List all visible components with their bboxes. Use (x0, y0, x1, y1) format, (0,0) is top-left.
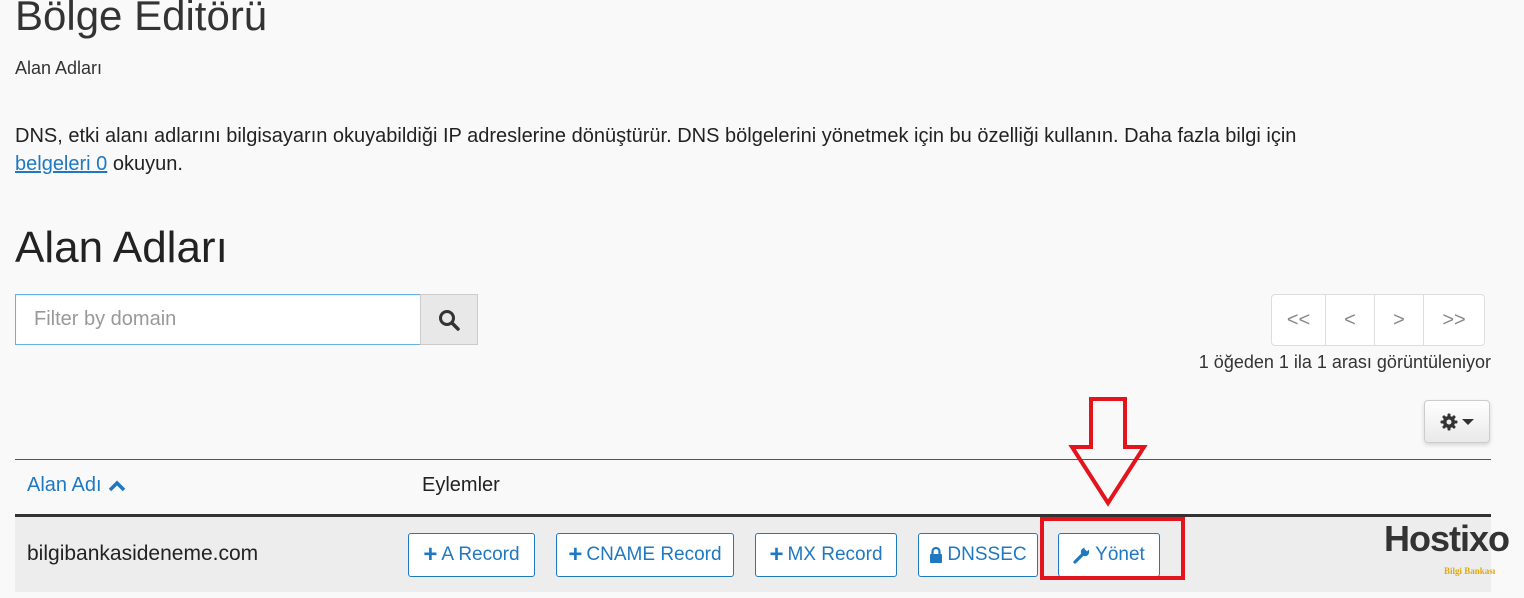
description-text: DNS, etki alanı adlarını bilgisayarın ok… (15, 125, 1297, 147)
pagination-first[interactable]: << (1272, 295, 1326, 345)
lock-icon (930, 546, 943, 563)
pagination-next[interactable]: > (1375, 295, 1424, 345)
description: DNS, etki alanı adlarını bilgisayarın ok… (15, 122, 1495, 178)
search-button[interactable] (420, 294, 478, 345)
results-count: 1 öğeden 1 ila 1 arası görüntüleniyor (1198, 352, 1491, 372)
logo-name: Hostixo (1384, 518, 1510, 559)
plus-icon: + (423, 541, 438, 568)
add-cname-record-label: CNAME Record (586, 544, 722, 565)
gear-icon (1440, 413, 1458, 430)
column-header-domain-label: Alan Adı (27, 474, 102, 496)
domain-cell: bilgibankasideneme.com (27, 542, 259, 565)
sort-ascending-icon (108, 480, 125, 491)
page-title: Bölge Editörü (15, 0, 268, 39)
search-input[interactable] (15, 294, 420, 345)
search-group (15, 294, 478, 345)
add-a-record-label: A Record (441, 544, 520, 565)
pagination: << < > >> (1271, 294, 1485, 346)
add-mx-record-button[interactable]: + MX Record (755, 533, 897, 577)
hostixo-logo: Hostixo Bilgi Bankası (1384, 518, 1510, 578)
documentation-link[interactable]: belgeleri 0 (15, 153, 107, 175)
chevron-down-icon (1462, 418, 1474, 425)
add-cname-record-button[interactable]: + CNAME Record (556, 533, 734, 577)
column-header-actions: Eylemler (422, 474, 500, 496)
description-suffix: okuyun. (112, 153, 183, 175)
add-mx-record-label: MX Record (787, 544, 883, 565)
pagination-last[interactable]: >> (1424, 295, 1484, 345)
section-title: Alan Adları (15, 223, 228, 272)
dnssec-button[interactable]: DNSSEC (918, 533, 1038, 577)
column-header-domain[interactable]: Alan Adı (27, 474, 126, 497)
search-icon (439, 309, 460, 331)
add-a-record-button[interactable]: + A Record (408, 533, 535, 577)
settings-dropdown-button[interactable] (1424, 400, 1490, 443)
dnssec-label: DNSSEC (947, 544, 1027, 565)
pagination-prev[interactable]: < (1326, 295, 1375, 345)
logo-tagline: Bilgi Bankası (1444, 566, 1496, 576)
page-subtitle: Alan Adları (15, 58, 103, 78)
plus-icon: + (568, 541, 583, 568)
arrow-down-icon (1068, 397, 1148, 507)
highlight-box (1040, 517, 1185, 580)
zone-editor-page: Bölge Editörü Alan Adları DNS, etki alan… (0, 0, 1524, 598)
plus-icon: + (769, 541, 784, 568)
table-top-border (15, 459, 1491, 460)
